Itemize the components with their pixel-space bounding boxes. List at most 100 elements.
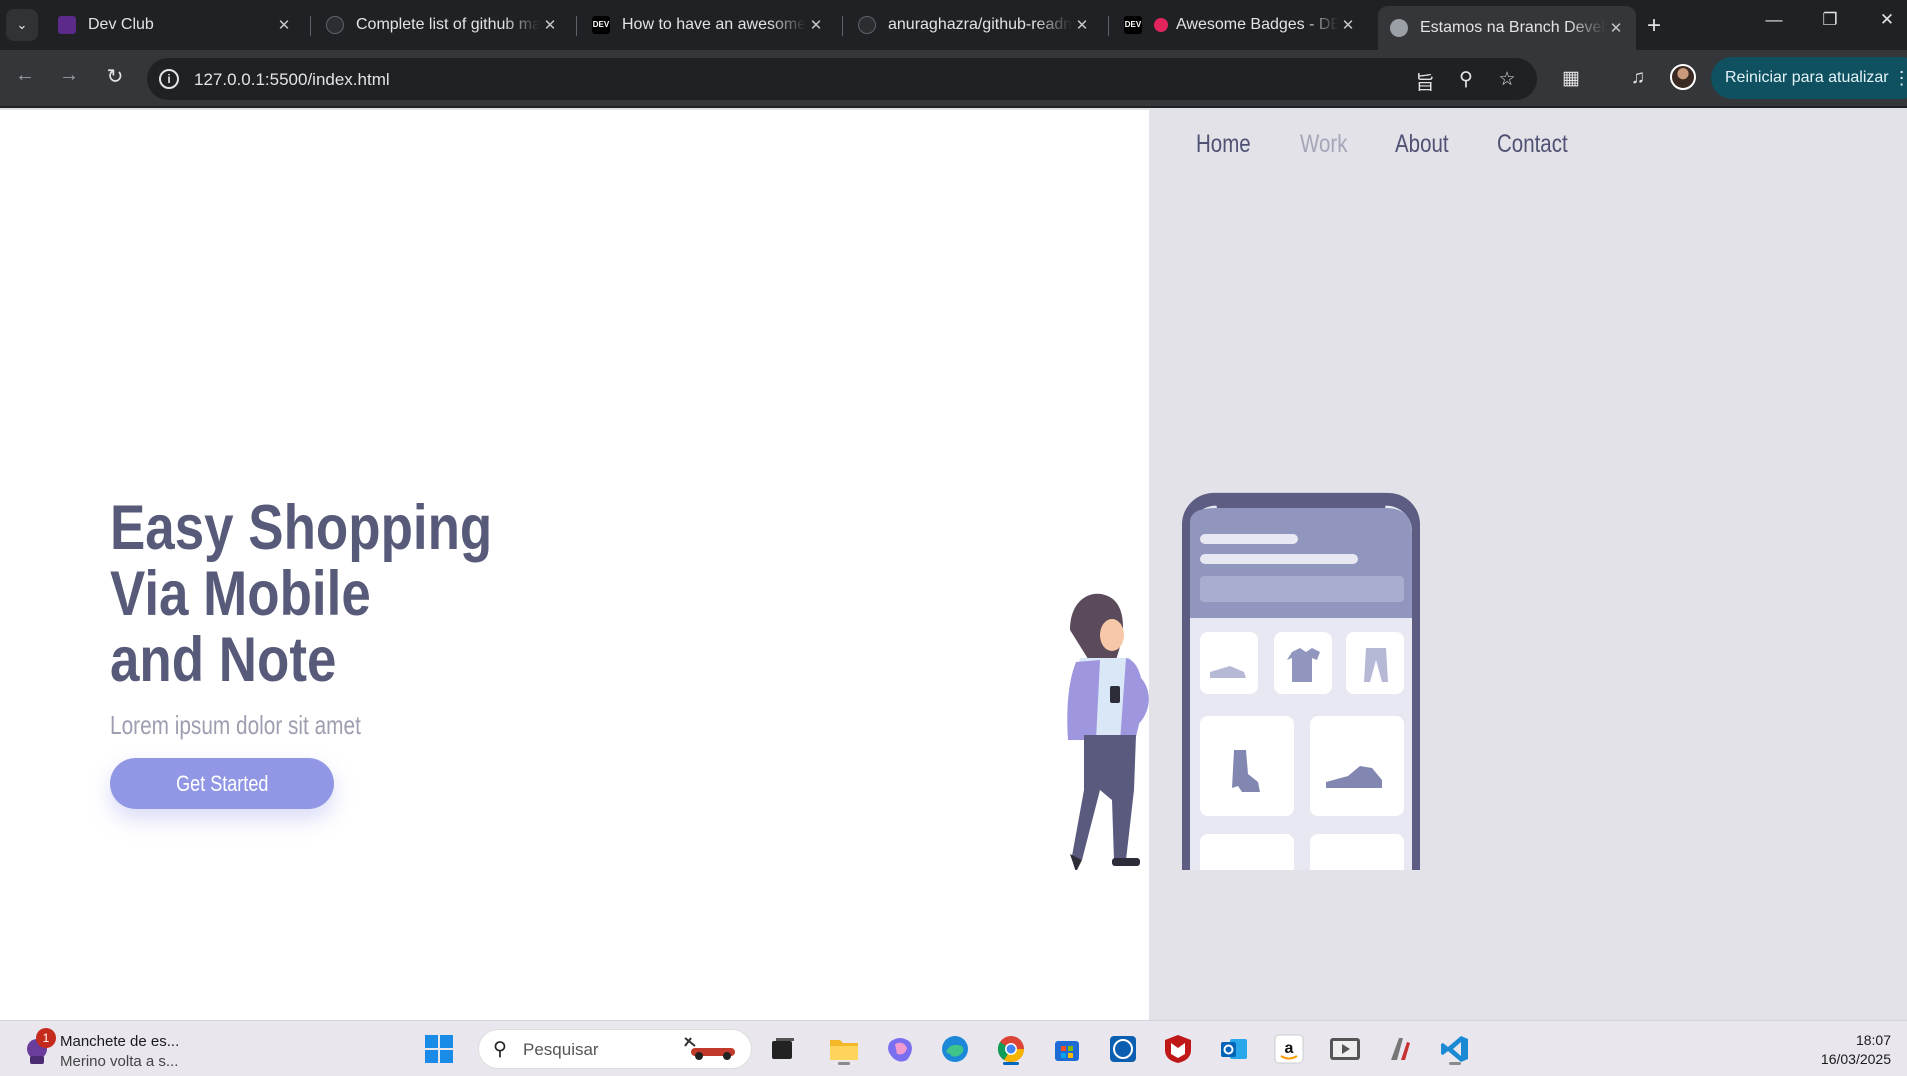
tab-search-button[interactable]: ⌄: [6, 9, 38, 41]
edge-icon: [942, 1036, 968, 1062]
news-headline: Manchete de es...: [60, 1033, 180, 1050]
amazon-icon: a: [1274, 1034, 1304, 1064]
close-window-button[interactable]: ✕: [1867, 10, 1907, 30]
running-indicator: [1003, 1062, 1019, 1065]
extensions-icon[interactable]: ▦: [1557, 67, 1585, 90]
dev-club-favicon-icon: [58, 16, 76, 34]
clock-time: 18:07: [1855, 1032, 1891, 1048]
dev-favicon-icon: DEV: [592, 16, 610, 34]
tab-branch-develop[interactable]: Estamos na Branch Develop ✕: [1378, 6, 1636, 50]
svg-text:a: a: [1285, 1040, 1294, 1057]
outlook-icon: [1221, 1039, 1247, 1059]
nav-work[interactable]: Work: [1300, 130, 1347, 159]
site-nav: Home Work About Contact: [1196, 130, 1583, 159]
outlook-button[interactable]: [1216, 1031, 1252, 1067]
hero-subtitle: Lorem ipsum dolor sit amet: [110, 710, 361, 740]
dell-button[interactable]: [1105, 1031, 1141, 1067]
minimize-button[interactable]: —: [1754, 10, 1794, 30]
search-highlight-icon: [684, 1037, 735, 1060]
hero-title-line-3: and Note: [110, 625, 337, 695]
site-info-icon[interactable]: i: [159, 69, 179, 89]
reload-button[interactable]: ↻: [100, 64, 130, 89]
more-menu-icon[interactable]: ⋮: [1893, 57, 1907, 99]
edge-button[interactable]: [937, 1031, 973, 1067]
close-icon[interactable]: ✕: [1338, 16, 1358, 34]
task-view-button[interactable]: [765, 1031, 801, 1067]
restore-button[interactable]: ❐: [1810, 10, 1850, 30]
nav-about[interactable]: About: [1395, 130, 1449, 159]
profile-avatar[interactable]: [1670, 64, 1696, 90]
media-player-button[interactable]: [1327, 1031, 1363, 1067]
chrome-button[interactable]: [993, 1031, 1029, 1067]
search-icon: ⚲: [493, 1039, 507, 1060]
github-favicon-icon: [326, 16, 344, 34]
restart-to-update-button[interactable]: Reiniciar para atualizar ⋮: [1711, 57, 1907, 99]
get-started-label: Get Started: [175, 771, 269, 796]
tab-title: Complete list of github markdown emoji: [356, 16, 540, 33]
vscode-icon: [1441, 1036, 1468, 1062]
close-icon[interactable]: ✕: [806, 16, 826, 34]
tab-awesome-profile[interactable]: DEV How to have an awesome GitHub profil…: [580, 8, 836, 42]
update-label: Reiniciar para atualizar: [1725, 69, 1889, 86]
chrome-icon: [997, 1036, 1025, 1063]
store-button[interactable]: [1049, 1031, 1085, 1067]
hero-title-line-1: Easy Shopping: [110, 493, 493, 563]
taskbar-search[interactable]: ⚲ Pesquisar: [478, 1029, 752, 1069]
dell-icon: [1110, 1036, 1136, 1062]
news-subline: Merino volta a s...: [60, 1053, 179, 1070]
system-clock[interactable]: 18:07 16/03/2025: [1821, 1031, 1891, 1069]
running-indicator: [1449, 1062, 1461, 1065]
notification-badge: 1: [36, 1028, 56, 1048]
file-explorer-button[interactable]: [826, 1031, 862, 1067]
copilot-button[interactable]: [882, 1031, 918, 1067]
badge-emoji-icon: [1154, 18, 1168, 32]
hero-title-line-2: Via Mobile: [110, 559, 371, 629]
get-started-button[interactable]: Get Started: [110, 758, 334, 809]
woman-figure: [1067, 593, 1149, 870]
nav-home[interactable]: Home: [1196, 130, 1251, 159]
phone-mockup: [1182, 492, 1420, 870]
windows-start-button[interactable]: [421, 1031, 457, 1067]
url-text[interactable]: 127.0.0.1:5500/index.html: [194, 70, 390, 90]
github-favicon-icon: [858, 16, 876, 34]
web-page: Home Work About Contact Easy Shopping Vi…: [0, 110, 1907, 1020]
tab-title: Dev Club: [88, 16, 154, 33]
browser-tab-strip: ⌄ Dev Club ✕ Complete list of github mar…: [0, 0, 1907, 50]
tab-awesome-badges[interactable]: DEV Awesome Badges - DEV ✕: [1112, 8, 1368, 42]
close-icon[interactable]: ✕: [540, 16, 560, 34]
close-icon[interactable]: ✕: [274, 16, 294, 34]
windows-logo-icon: [425, 1035, 453, 1063]
hero-title: Easy Shopping Via Mobile and Note: [110, 495, 492, 693]
amazon-button[interactable]: a: [1271, 1031, 1307, 1067]
close-icon[interactable]: ✕: [1606, 19, 1626, 37]
search-placeholder: Pesquisar: [523, 1040, 599, 1059]
zoom-icon[interactable]: ⚲: [1453, 68, 1479, 91]
utility-app-button[interactable]: [1382, 1031, 1418, 1067]
folder-icon: [830, 1040, 858, 1060]
address-bar[interactable]: i 127.0.0.1:5500/index.html 旨 ⚲ ☆: [147, 58, 1537, 100]
media-controls-icon[interactable]: ♫: [1624, 67, 1652, 89]
close-icon[interactable]: ✕: [1072, 16, 1092, 34]
clock-date: 16/03/2025: [1820, 1051, 1891, 1067]
browser-toolbar: ← → ↻ i 127.0.0.1:5500/index.html 旨 ⚲ ☆ …: [0, 50, 1907, 108]
tab-dev-club[interactable]: Dev Club ✕: [46, 8, 304, 42]
chevron-down-icon: ⌄: [16, 17, 28, 32]
vscode-button[interactable]: [1437, 1031, 1473, 1067]
translate-icon[interactable]: 旨: [1412, 68, 1438, 95]
tab-title: anuraghazra/github-readme-stats: [888, 16, 1072, 33]
new-tab-button[interactable]: +: [1647, 12, 1661, 40]
forward-button[interactable]: →: [54, 64, 84, 87]
tab-title: How to have an awesome GitHub profile: [622, 16, 806, 33]
nav-contact[interactable]: Contact: [1497, 130, 1568, 159]
tools-icon: [1391, 1038, 1410, 1060]
bookmark-star-icon[interactable]: ☆: [1494, 68, 1520, 91]
mcafee-button[interactable]: [1160, 1031, 1196, 1067]
tab-readme-stats[interactable]: anuraghazra/github-readme-stats ✕: [846, 8, 1102, 42]
task-view-icon: [772, 1038, 794, 1059]
tab-emoji-list[interactable]: Complete list of github markdown emoji ✕: [314, 8, 570, 42]
os-taskbar: 1 Manchete de es... Merino volta a s... …: [0, 1020, 1907, 1076]
globe-icon: [1390, 19, 1408, 37]
tab-title: Estamos na Branch Develop: [1420, 19, 1606, 36]
dev-favicon-icon: DEV: [1124, 16, 1142, 34]
back-button[interactable]: ←: [10, 64, 40, 87]
